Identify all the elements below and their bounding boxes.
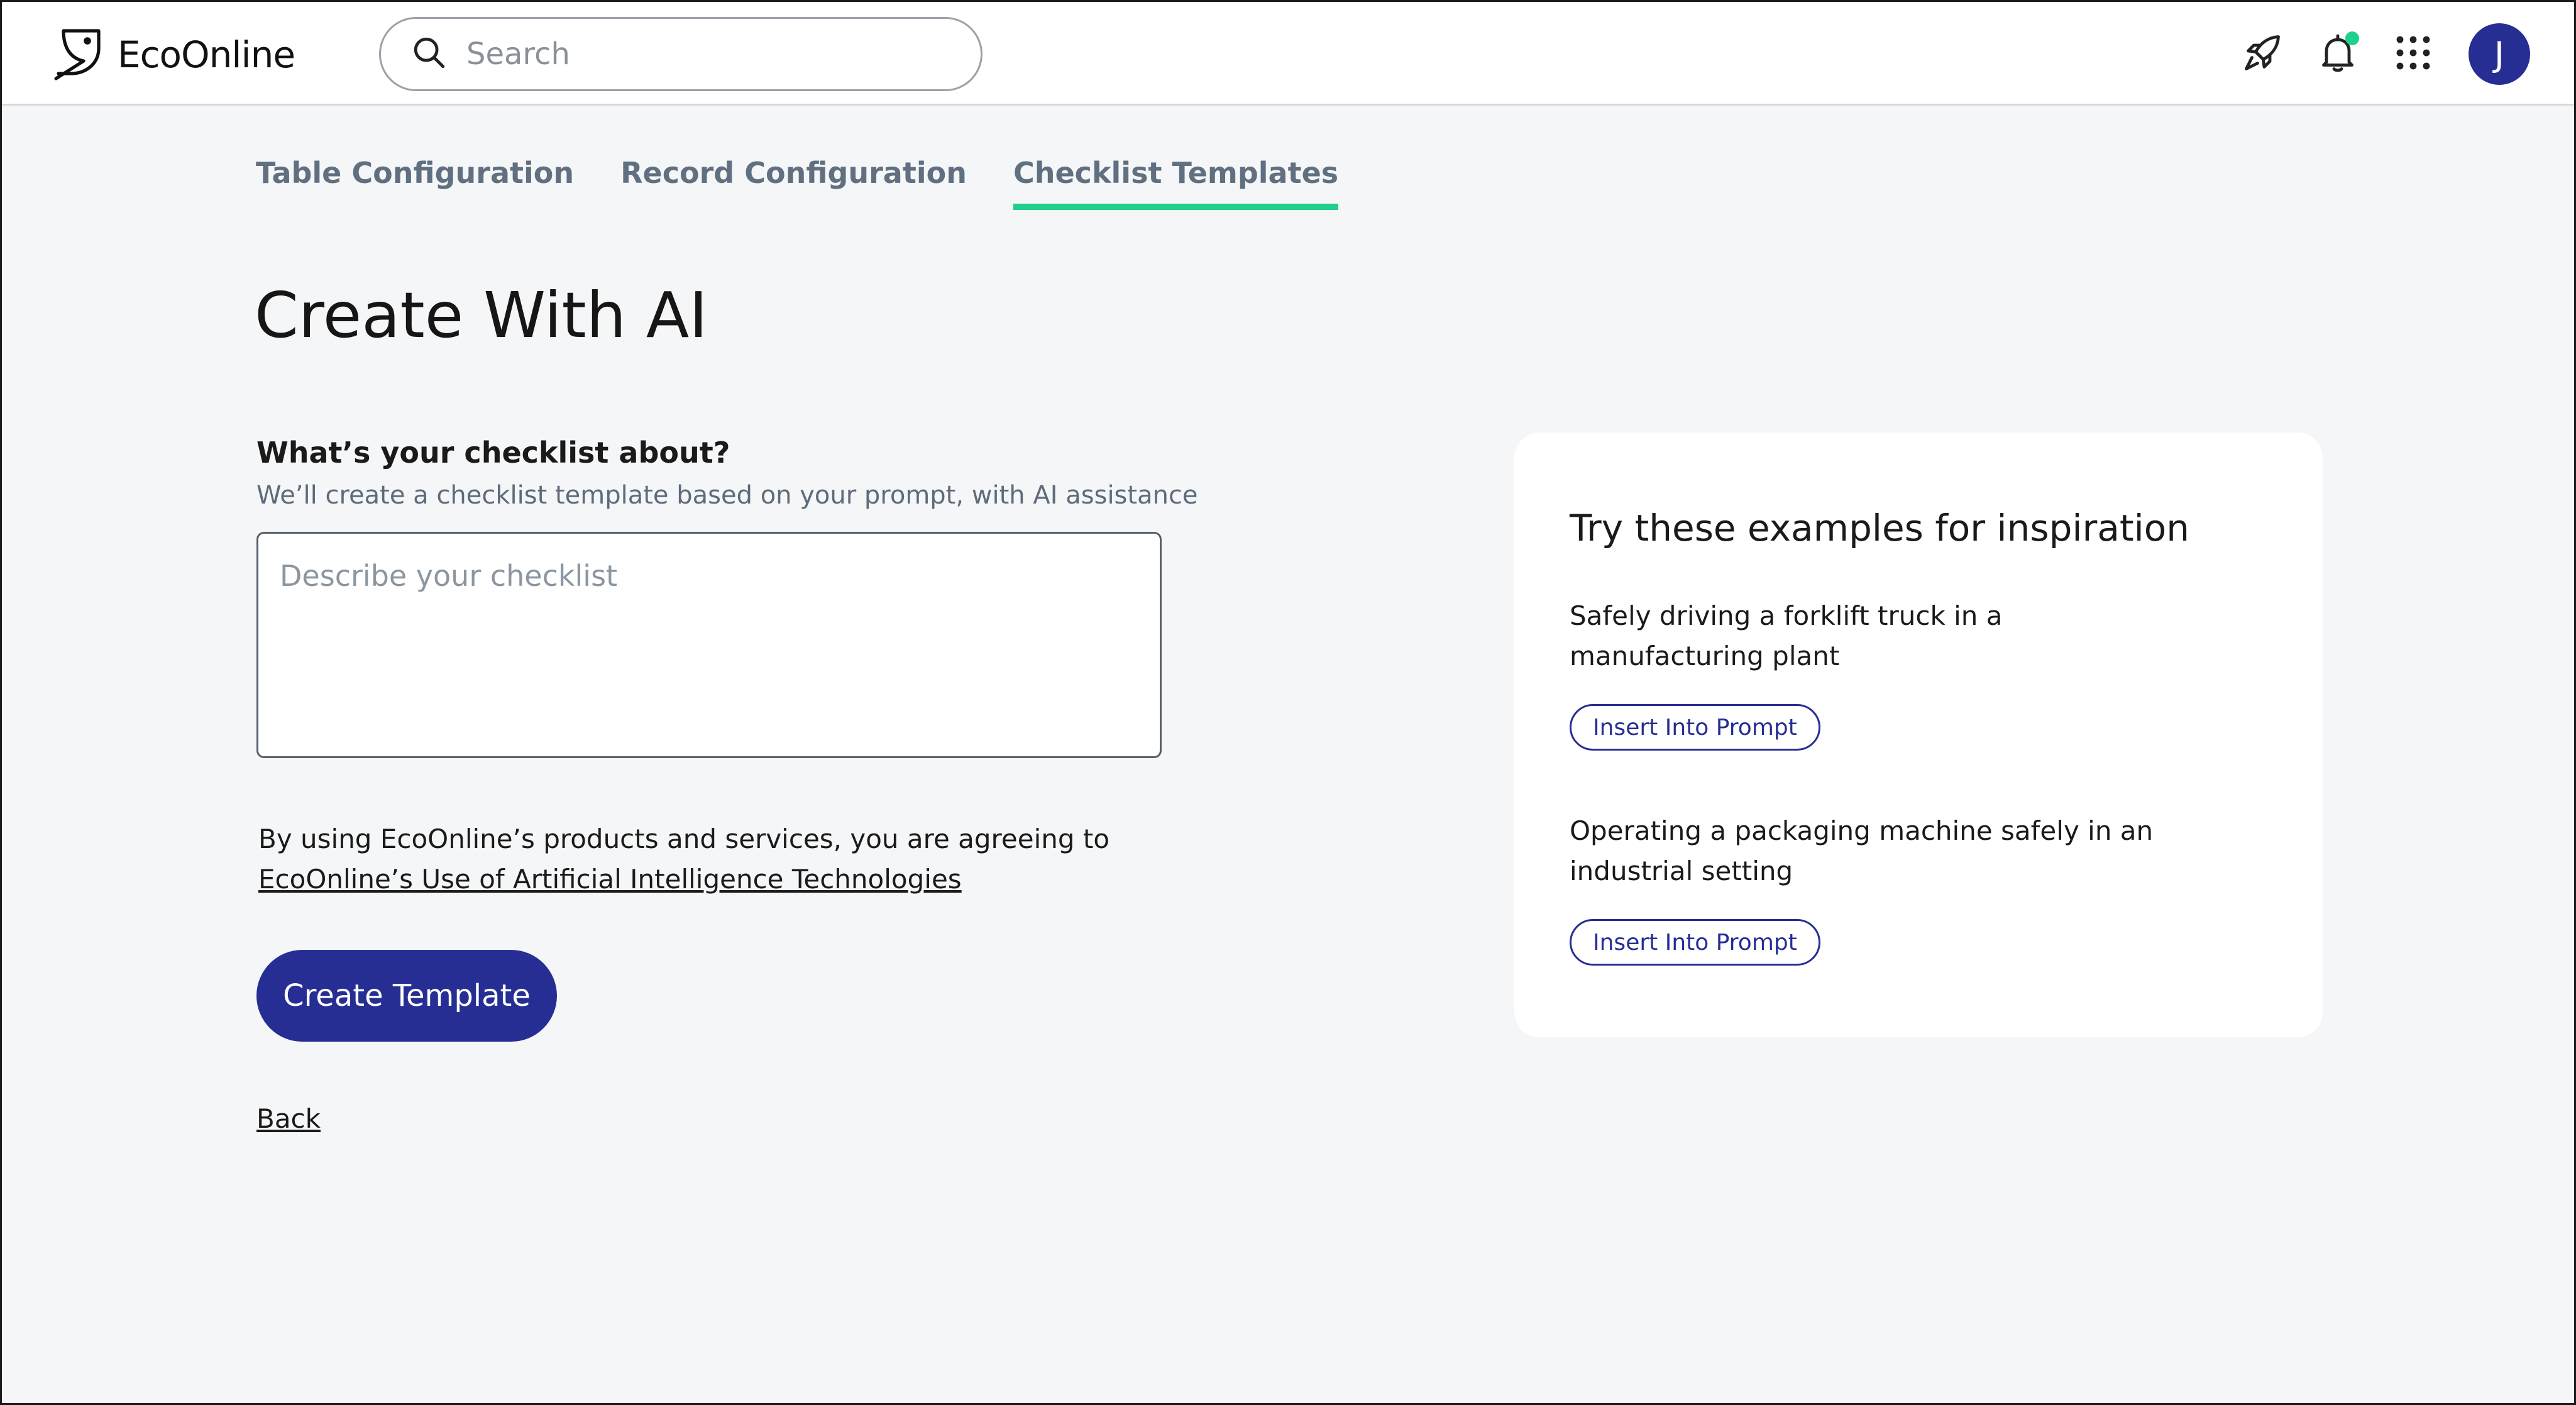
tab-record-configuration[interactable]: Record Configuration: [620, 156, 967, 210]
create-template-button[interactable]: Create Template: [256, 950, 557, 1042]
prompt-help-text: We’ll create a checklist template based …: [256, 481, 1198, 510]
inspiration-card: Try these examples for inspiration Safel…: [1514, 433, 2323, 1037]
tab-table-configuration[interactable]: Table Configuration: [256, 156, 574, 210]
example-text: Operating a packaging machine safely in …: [1570, 815, 2154, 886]
brand-name: EcoOnline: [118, 33, 295, 76]
search-icon: [381, 35, 448, 74]
header-actions: J: [2217, 23, 2530, 85]
tab-checklist-templates[interactable]: Checklist Templates: [1013, 156, 1339, 210]
inspiration-title: Try these examples for inspiration: [1570, 507, 2190, 549]
notification-dot: [2345, 31, 2359, 45]
insert-into-prompt-button[interactable]: Insert Into Prompt: [1570, 919, 1820, 966]
rocket-button[interactable]: [2232, 24, 2293, 84]
bird-logo-icon: [46, 23, 106, 86]
apps-button[interactable]: [2383, 24, 2443, 84]
back-link[interactable]: Back: [256, 1103, 321, 1134]
search-input[interactable]: [465, 36, 945, 72]
ai-terms-notice: By using EcoOnline’s products and servic…: [258, 819, 1109, 900]
avatar[interactable]: J: [2469, 23, 2530, 85]
top-bar: EcoOnline Search J: [2, 2, 2574, 106]
example-text: Safely driving a forklift truck in a man…: [1570, 600, 2003, 671]
insert-into-prompt-button[interactable]: Insert Into Prompt: [1570, 704, 1820, 751]
brand-logo[interactable]: EcoOnline: [46, 23, 295, 86]
page-title: Create With AI: [255, 278, 708, 352]
search-box[interactable]: [379, 17, 983, 91]
config-tabs: Table Configuration Record Configuration…: [256, 156, 1385, 210]
notifications-button[interactable]: [2308, 24, 2368, 84]
terms-text: By using EcoOnline’s products and servic…: [258, 824, 1110, 854]
checklist-prompt-input[interactable]: [256, 532, 1162, 758]
apps-grid-icon: [2391, 30, 2436, 78]
rocket-icon: [2240, 30, 2285, 78]
ai-terms-link[interactable]: EcoOnline’s Use of Artificial Intelligen…: [258, 864, 962, 895]
prompt-label: What’s your checklist about?: [256, 436, 730, 470]
